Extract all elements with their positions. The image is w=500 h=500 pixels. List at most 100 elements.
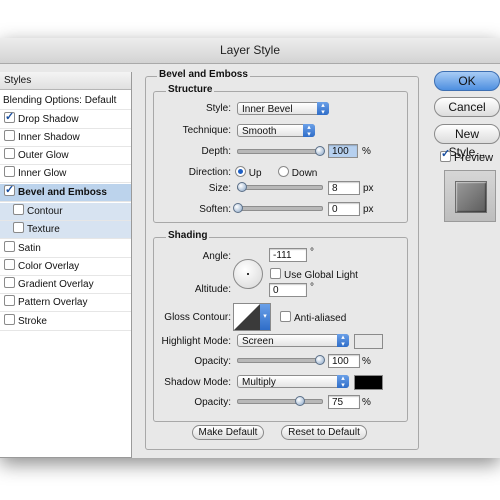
shadow-opacity-field[interactable]: 75 xyxy=(328,395,360,409)
style-item-pattern-overlay[interactable]: Pattern Overlay xyxy=(0,294,131,312)
color-overlay-checkbox[interactable] xyxy=(4,259,15,270)
soften-unit: px xyxy=(363,204,374,215)
depth-slider-knob[interactable] xyxy=(315,146,325,156)
blending-options-item[interactable]: Blending Options: Default xyxy=(0,92,131,110)
gloss-contour-label: Gloss Contour: xyxy=(164,312,231,323)
inner-shadow-checkbox[interactable] xyxy=(4,130,15,141)
size-slider-knob[interactable] xyxy=(237,182,247,192)
style-item-contour[interactable]: Contour xyxy=(0,203,131,221)
angle-label: Angle: xyxy=(202,251,231,262)
shadow-color-swatch[interactable] xyxy=(354,375,383,390)
contour-label: Contour xyxy=(27,206,63,217)
highlight-mode-popup[interactable]: Screen ▴ ▾ xyxy=(237,334,349,348)
soften-field[interactable]: 0 xyxy=(328,202,360,216)
popup-arrows-icon: ▴ ▾ xyxy=(317,102,329,116)
direction-label: Direction: xyxy=(188,167,231,178)
style-item-texture[interactable]: Texture xyxy=(0,221,131,239)
highlight-opacity-field[interactable]: 100 xyxy=(328,354,360,368)
popup-arrows-icon: ▴ ▾ xyxy=(337,375,349,389)
style-item-drop-shadow[interactable]: Drop Shadow xyxy=(0,108,131,129)
anti-aliased-checkbox[interactable]: Anti-aliased xyxy=(280,311,346,324)
drop-shadow-label: Drop Shadow xyxy=(18,114,79,125)
global-light-check-icon[interactable] xyxy=(270,268,281,279)
window-title: Layer Style xyxy=(0,38,500,64)
inner-shadow-label: Inner Shadow xyxy=(18,132,80,143)
highlight-mode-label: Highlight Mode: xyxy=(161,336,231,347)
preview-check-icon[interactable] xyxy=(440,147,451,162)
style-item-inner-glow[interactable]: Inner Glow xyxy=(0,165,131,183)
depth-slider-track[interactable] xyxy=(237,149,323,154)
size-slider-track[interactable] xyxy=(237,185,323,190)
angle-dial[interactable] xyxy=(233,259,263,289)
bevel-emboss-title: Bevel and Emboss xyxy=(157,69,250,80)
contour-checkbox[interactable] xyxy=(13,204,24,215)
stroke-checkbox[interactable] xyxy=(4,314,15,325)
soften-slider-knob[interactable] xyxy=(233,203,243,213)
new-style-button[interactable]: New Style... xyxy=(434,124,500,159)
style-item-color-overlay[interactable]: Color Overlay xyxy=(0,258,131,276)
anti-aliased-check-icon[interactable] xyxy=(280,311,291,322)
style-item-gradient-overlay[interactable]: Gradient Overlay xyxy=(0,276,131,294)
depth-label: Depth: xyxy=(201,146,231,157)
anti-aliased-label: Anti-aliased xyxy=(294,313,347,324)
gloss-contour-preview[interactable]: ▾ xyxy=(233,303,271,331)
soften-slider-track[interactable] xyxy=(237,206,323,211)
style-item-bevel-emboss[interactable]: Bevel and Emboss xyxy=(0,181,131,202)
direction-down-radio[interactable]: Down xyxy=(278,166,317,179)
cancel-button[interactable]: Cancel xyxy=(434,97,500,117)
texture-checkbox[interactable] xyxy=(13,222,24,233)
direction-down-label: Down xyxy=(291,168,318,179)
shadow-opacity-track[interactable] xyxy=(237,399,323,404)
technique-label: Technique: xyxy=(182,125,231,136)
angle-field[interactable]: -111 xyxy=(269,248,307,262)
inner-glow-checkbox[interactable] xyxy=(4,166,15,177)
style-value: Inner Bevel xyxy=(242,104,293,115)
highlight-mode-value: Screen xyxy=(242,336,274,347)
radio-up-icon[interactable] xyxy=(235,166,246,177)
drop-shadow-checkbox[interactable] xyxy=(4,108,15,126)
popup-arrows-icon: ▴ ▾ xyxy=(337,334,349,348)
highlight-opacity-unit: % xyxy=(362,356,371,367)
preview-checkbox[interactable]: Preview xyxy=(440,147,493,164)
contour-dropdown-icon[interactable]: ▾ xyxy=(260,304,270,330)
shadow-opacity-knob[interactable] xyxy=(295,396,305,406)
technique-value: Smooth xyxy=(242,126,277,137)
style-popup[interactable]: Inner Bevel ▴ ▾ xyxy=(237,102,329,116)
bevel-emboss-checkbox[interactable] xyxy=(4,181,15,199)
shading-title: Shading xyxy=(166,230,210,241)
structure-title: Structure xyxy=(166,84,215,95)
depth-field[interactable]: 100 xyxy=(328,144,358,158)
direction-up-label: Up xyxy=(248,168,262,179)
make-default-button[interactable]: Make Default xyxy=(192,425,264,440)
satin-checkbox[interactable] xyxy=(4,241,15,252)
ok-button[interactable]: OK xyxy=(434,71,500,91)
size-label: Size: xyxy=(208,183,231,194)
angle-dial-center-icon xyxy=(247,273,249,275)
highlight-opacity-knob[interactable] xyxy=(315,355,325,365)
highlight-opacity-track[interactable] xyxy=(237,358,323,363)
style-item-stroke[interactable]: Stroke xyxy=(0,313,131,331)
highlight-color-swatch[interactable] xyxy=(354,334,383,349)
altitude-label: Altitude: xyxy=(194,284,231,295)
technique-popup[interactable]: Smooth ▴ ▾ xyxy=(237,124,315,138)
shadow-opacity-unit: % xyxy=(362,397,371,408)
highlight-opacity-label: Opacity: xyxy=(194,356,231,367)
style-item-outer-glow[interactable]: Outer Glow xyxy=(0,147,131,165)
altitude-field[interactable]: 0 xyxy=(269,283,307,297)
direction-up-radio[interactable]: Up xyxy=(235,166,262,179)
pattern-overlay-checkbox[interactable] xyxy=(4,295,15,306)
global-light-label: Use Global Light xyxy=(284,270,358,281)
styles-header[interactable]: Styles xyxy=(0,72,131,90)
outer-glow-label: Outer Glow xyxy=(18,150,69,161)
shadow-mode-popup[interactable]: Multiply ▴ ▾ xyxy=(237,375,349,389)
style-item-satin[interactable]: Satin xyxy=(0,240,131,258)
style-item-inner-shadow[interactable]: Inner Shadow xyxy=(0,129,131,147)
reset-to-default-button[interactable]: Reset to Default xyxy=(281,425,367,440)
gradient-overlay-checkbox[interactable] xyxy=(4,277,15,288)
size-field[interactable]: 8 xyxy=(328,181,360,195)
global-light-checkbox[interactable]: Use Global Light xyxy=(270,268,358,281)
contour-curve-icon xyxy=(234,304,260,330)
angle-unit: ° xyxy=(310,247,314,258)
outer-glow-checkbox[interactable] xyxy=(4,148,15,159)
radio-down-icon[interactable] xyxy=(278,166,289,177)
